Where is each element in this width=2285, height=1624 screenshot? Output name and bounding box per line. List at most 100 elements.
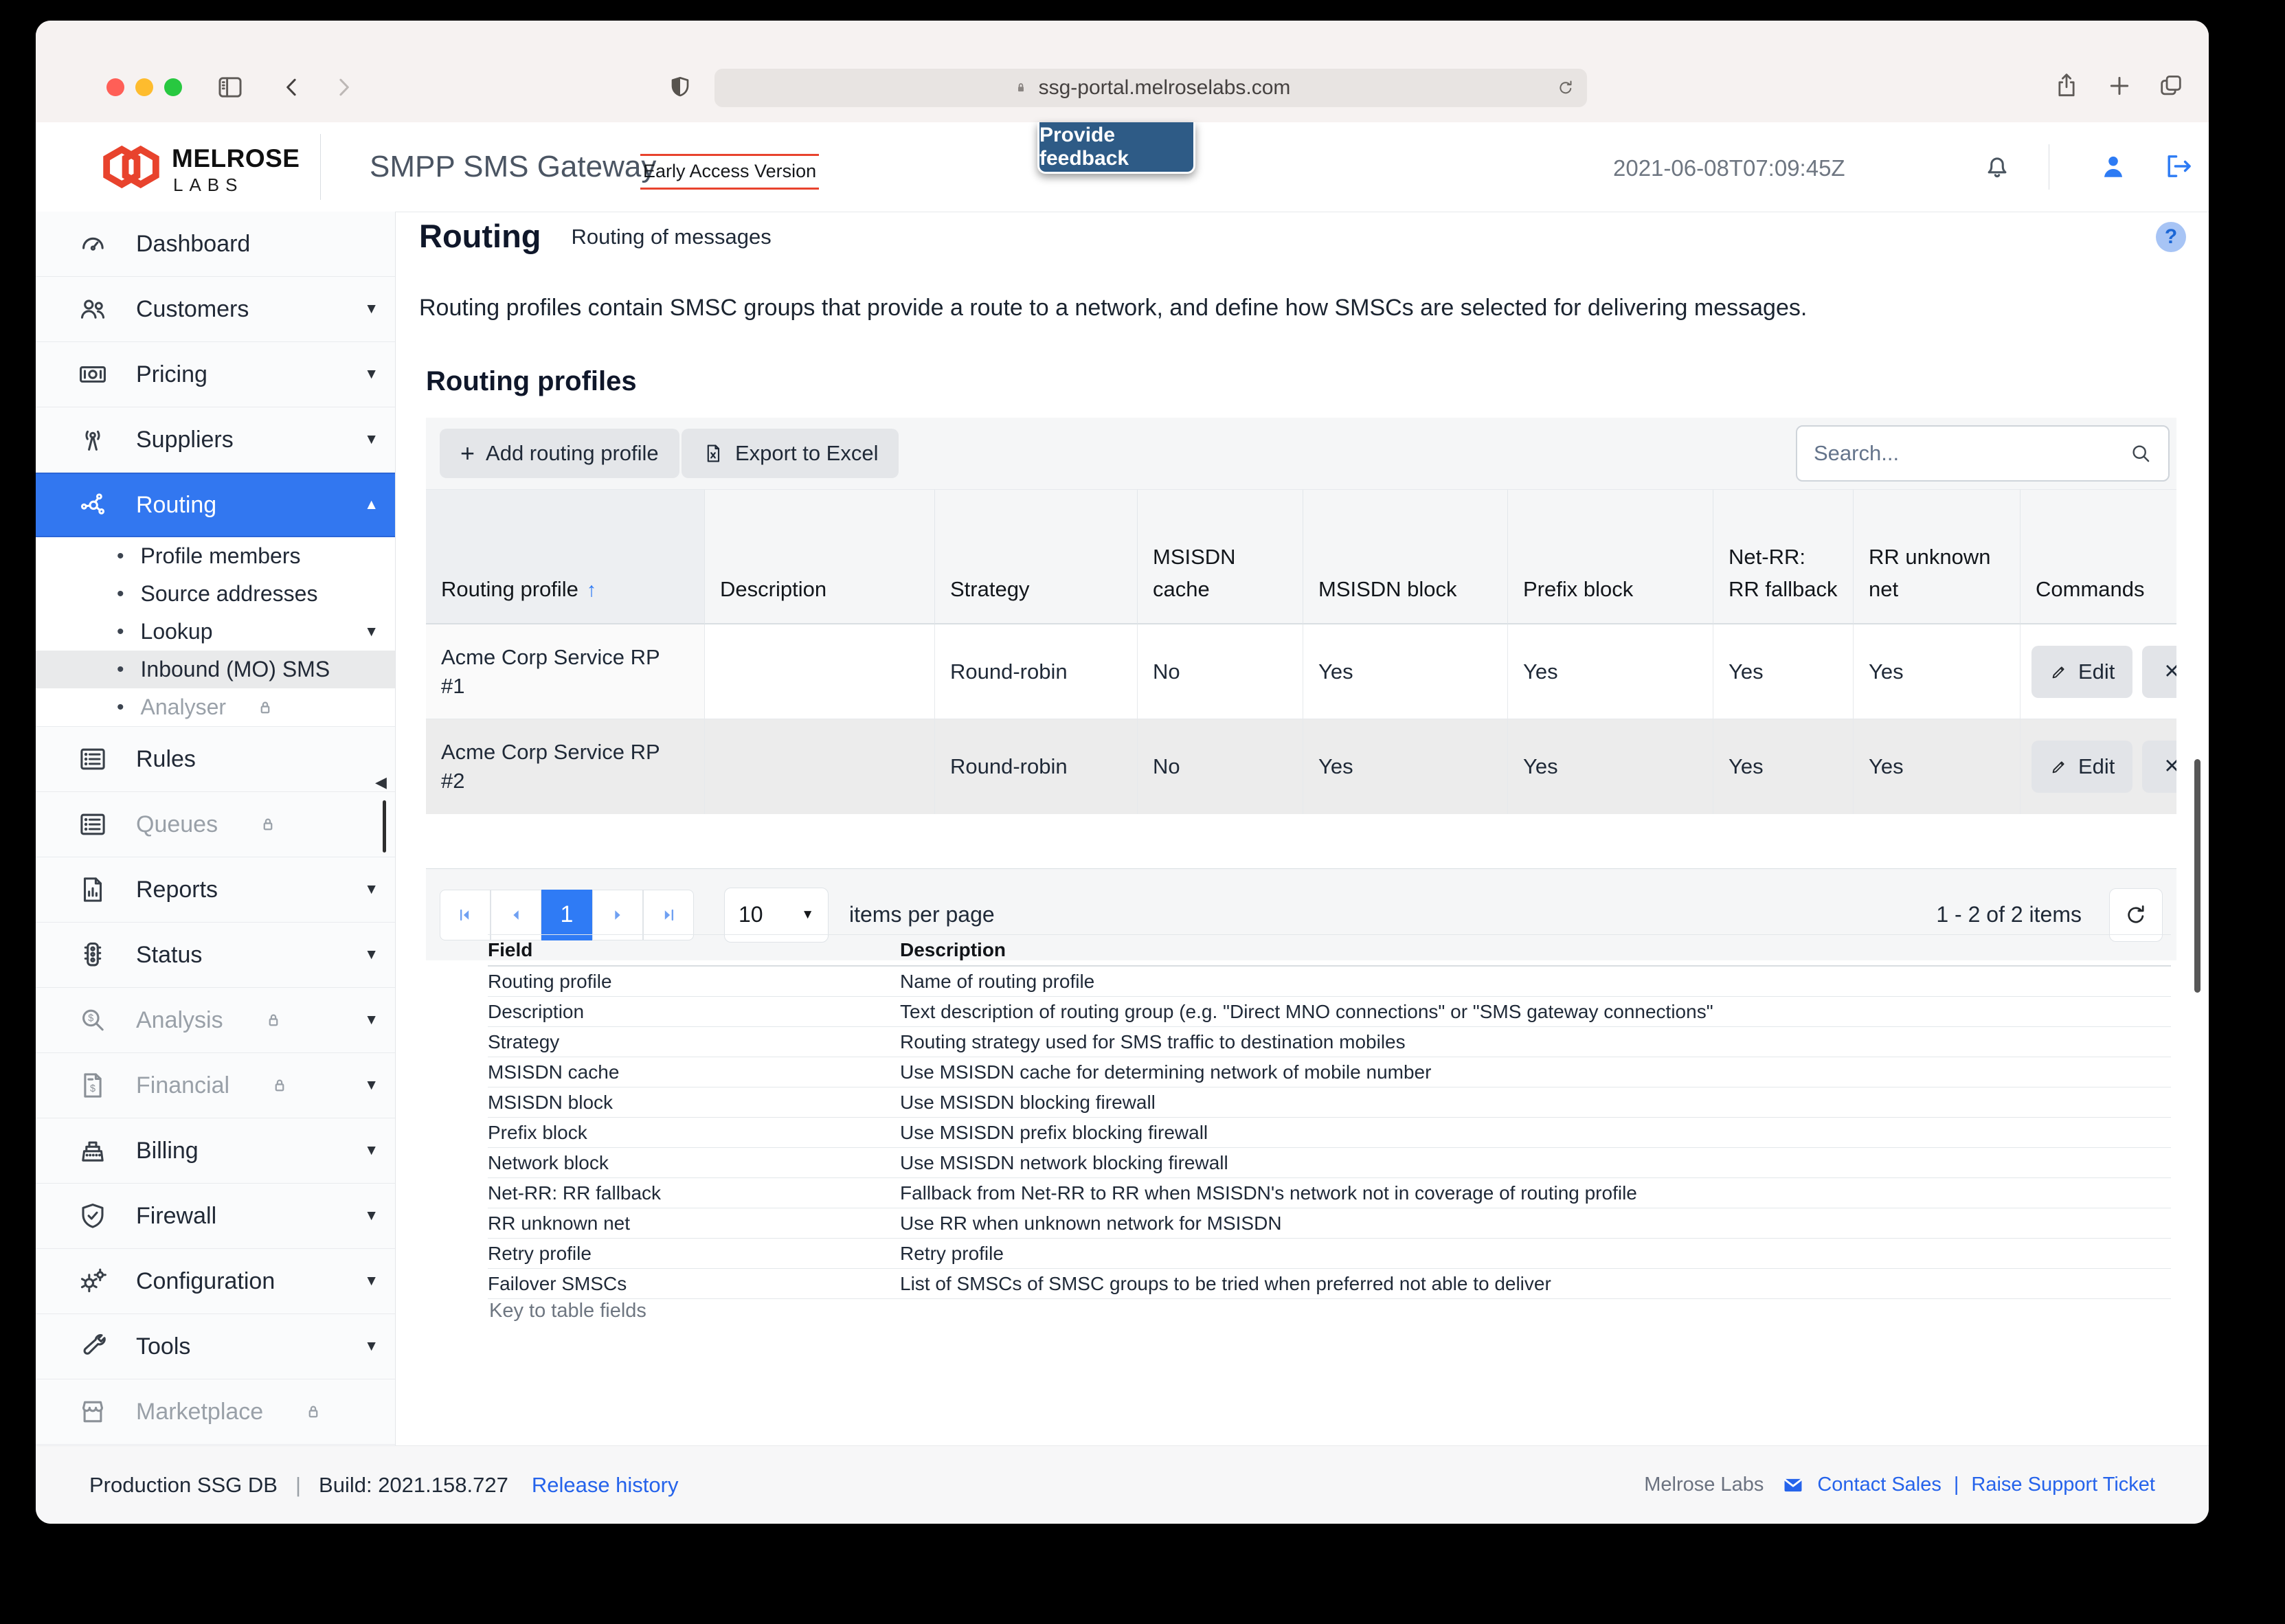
sidebar-subitem-lookup[interactable]: • Lookup ▼	[36, 613, 395, 651]
sidebar-item-label: Analysis	[136, 1007, 223, 1034]
chevron-down-icon: ▼	[364, 301, 379, 317]
forward-icon[interactable]	[330, 74, 357, 100]
previous-page-button[interactable]	[491, 890, 541, 940]
sidebar-item-rules[interactable]: Rules	[36, 726, 395, 792]
sidebar-item-label: Billing	[136, 1138, 199, 1164]
column-header-strategy[interactable]: Strategy	[935, 490, 1138, 624]
column-header-routing-profile[interactable]: Routing profile↑	[426, 490, 705, 624]
sidebar-item-analysis[interactable]: $ Analysis ▼	[36, 988, 395, 1053]
column-header-prefix-block[interactable]: Prefix block	[1508, 490, 1713, 624]
lock-icon	[302, 1400, 325, 1423]
footer-build-label: Build: 2021.158.727	[319, 1473, 508, 1498]
raise-support-ticket-link[interactable]: Raise Support Ticket	[1971, 1474, 2155, 1496]
sidebar-item-firewall[interactable]: Firewall ▼	[36, 1184, 395, 1249]
help-icon[interactable]: ?	[2156, 222, 2186, 252]
sidebar-item-label: Queues	[136, 811, 218, 838]
sidebar-toggle-icon[interactable]	[215, 72, 245, 102]
first-page-button[interactable]	[440, 890, 491, 940]
sidebar-subitem-label: Profile members	[141, 543, 301, 569]
minimize-window-button[interactable]	[135, 78, 153, 96]
field-key-row: Retry profileRetry profile	[488, 1239, 2171, 1269]
export-to-excel-button[interactable]: Export to Excel	[682, 429, 899, 478]
page-scrollbar-thumb[interactable]	[2194, 759, 2200, 993]
last-page-button[interactable]	[643, 890, 694, 940]
column-header-commands: Commands	[2021, 490, 2176, 624]
address-bar[interactable]: ssg-portal.melroselabs.com	[714, 69, 1587, 107]
sidebar-subitem-inbound-mo-sms[interactable]: • Inbound (MO) SMS	[36, 651, 395, 688]
sidebar-item-financial[interactable]: $ Financial ▼	[36, 1053, 395, 1118]
table-cell: Yes	[1508, 624, 1713, 719]
gears-icon	[77, 1265, 109, 1297]
sidebar-subitem-profile-members[interactable]: • Profile members	[36, 537, 395, 575]
sidebar-collapse-icon[interactable]: ◀	[375, 774, 387, 791]
bullet-icon: •	[117, 696, 124, 719]
column-header-net-rr-fallback[interactable]: Net-RR: RR fallback	[1713, 490, 1854, 624]
table-cell: Round-robin	[935, 624, 1138, 719]
sidebar-subitem-analyser[interactable]: • Analyser	[36, 688, 395, 726]
svg-text:$: $	[88, 1013, 93, 1024]
sidebar-item-customers[interactable]: Customers ▼	[36, 277, 395, 342]
back-icon[interactable]	[279, 74, 305, 100]
sidebar-subitem-source-addresses[interactable]: • Source addresses	[36, 575, 395, 613]
field-key-row: Routing profileName of routing profile	[488, 967, 2171, 997]
header-divider	[320, 134, 321, 200]
close-window-button[interactable]	[106, 78, 124, 96]
sidebar-item-queues[interactable]: Queues	[36, 792, 395, 857]
column-header-description[interactable]: Description	[705, 490, 935, 624]
edit-button[interactable]: Edit	[2031, 741, 2132, 793]
delete-button[interactable]: ×	[2142, 741, 2176, 793]
page-number-button[interactable]: 1	[541, 890, 592, 940]
column-header-msisdn-block[interactable]: MSISDN block	[1303, 490, 1508, 624]
contact-sales-link[interactable]: Contact Sales	[1817, 1474, 1941, 1496]
sidebar-item-pricing[interactable]: Pricing ▼	[36, 342, 395, 407]
chevron-down-icon: ▼	[364, 947, 379, 963]
refresh-button[interactable]	[2109, 888, 2163, 942]
chevron-down-icon: ▼	[364, 1077, 379, 1094]
next-page-button[interactable]	[592, 890, 643, 940]
delete-button[interactable]: ×	[2142, 646, 2176, 698]
page-subtitle: Routing of messages	[572, 225, 772, 254]
tab-overview-icon[interactable]	[2157, 71, 2185, 100]
field-key-row: MSISDN blockUse MSISDN blocking firewall	[488, 1087, 2171, 1118]
cash-register-icon	[77, 1135, 109, 1166]
sidebar-item-suppliers[interactable]: Suppliers ▼	[36, 407, 395, 473]
table-cell-commands: Edit ×	[2021, 624, 2176, 719]
sidebar-item-tools[interactable]: Tools ▼	[36, 1314, 395, 1379]
provide-feedback-button[interactable]: Provide feedback	[1037, 122, 1195, 174]
sidebar-item-routing[interactable]: Routing ▲	[36, 473, 395, 537]
zoom-window-button[interactable]	[164, 78, 182, 96]
new-tab-icon[interactable]	[2106, 72, 2133, 100]
traffic-light-icon	[77, 939, 109, 971]
melrose-labs-logo[interactable]	[99, 135, 164, 199]
plus-icon: +	[460, 441, 475, 466]
column-header-rr-unknown-net[interactable]: RR unknown net	[1854, 490, 2021, 624]
sidebar-item-marketplace[interactable]: Marketplace	[36, 1379, 395, 1445]
share-icon[interactable]	[2052, 71, 2081, 100]
notifications-bell-icon[interactable]	[1981, 150, 2013, 182]
sidebar-item-billing[interactable]: Billing ▼	[36, 1118, 395, 1184]
user-account-icon[interactable]	[2098, 151, 2128, 181]
sidebar-scrollbar-thumb[interactable]	[383, 800, 386, 853]
search-icon[interactable]	[2128, 441, 2153, 466]
field-key-row: Prefix blockUse MSISDN prefix blocking f…	[488, 1118, 2171, 1148]
add-routing-profile-button[interactable]: + Add routing profile	[440, 429, 679, 478]
table-cell: No	[1138, 624, 1303, 719]
sidebar-item-dashboard[interactable]: Dashboard	[36, 212, 395, 277]
column-header-msisdn-cache[interactable]: MSISDN cache	[1138, 490, 1303, 624]
report-document-icon	[77, 874, 109, 905]
sidebar-item-status[interactable]: Status ▼	[36, 923, 395, 988]
search-input[interactable]	[1812, 440, 2128, 466]
sidebar-item-configuration[interactable]: Configuration ▼	[36, 1249, 395, 1314]
edit-button[interactable]: Edit	[2031, 646, 2132, 698]
wrench-icon	[77, 1331, 109, 1362]
banknote-icon	[77, 359, 109, 390]
release-history-link[interactable]: Release history	[532, 1473, 679, 1498]
reload-icon[interactable]	[1555, 78, 1576, 98]
brand-name-sub: LABS	[173, 174, 244, 196]
privacy-shield-icon[interactable]	[666, 74, 694, 101]
sidebar-item-reports[interactable]: Reports ▼	[36, 857, 395, 923]
field-key-row: Network blockUse MSISDN network blocking…	[488, 1148, 2171, 1178]
sort-ascending-icon: ↑	[587, 576, 597, 606]
logout-icon[interactable]	[2163, 150, 2194, 182]
svg-text:$: $	[90, 1083, 95, 1094]
